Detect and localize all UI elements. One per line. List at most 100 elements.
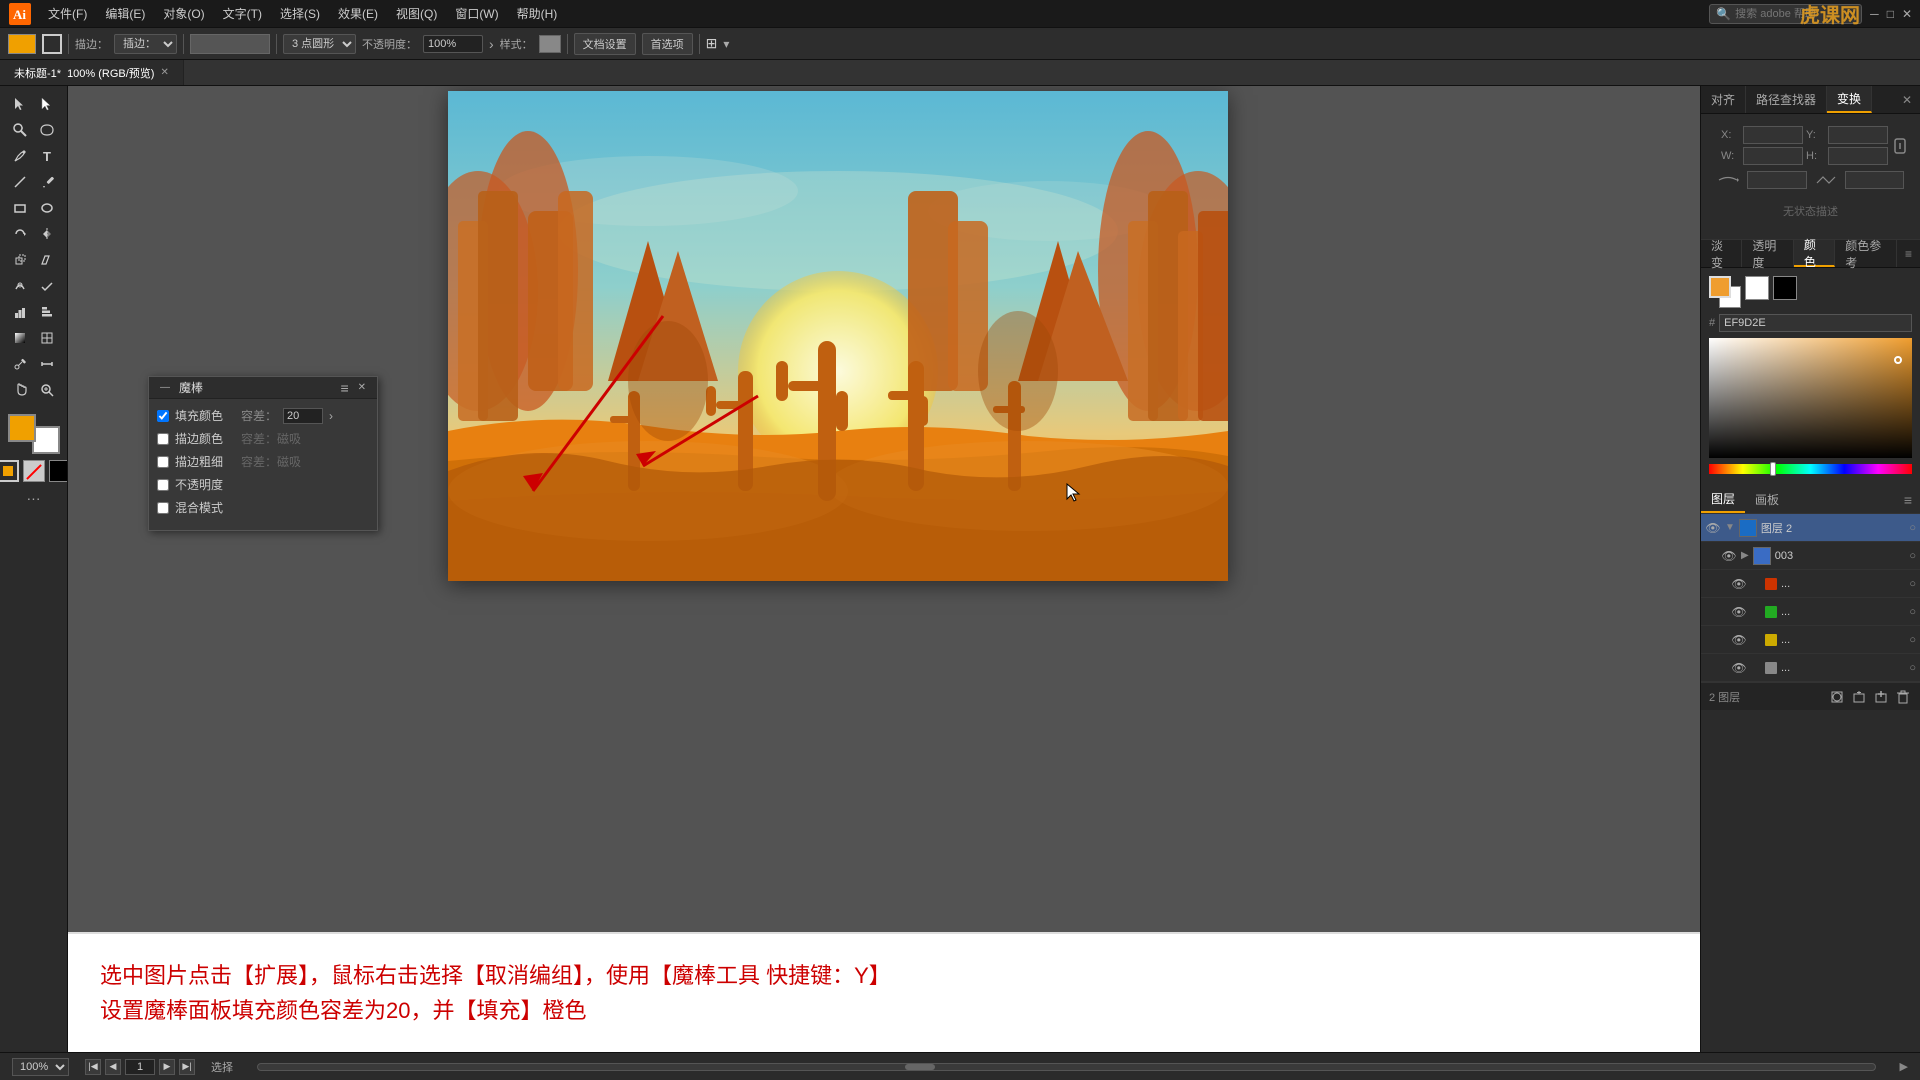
measure-tool[interactable]: [35, 352, 60, 376]
zoom-select[interactable]: 100%: [12, 1058, 69, 1076]
status-right-arrow[interactable]: ▶: [1900, 1060, 1908, 1073]
color-fg-swatch[interactable]: [1709, 276, 1731, 298]
layer-item-gray[interactable]: 👁 ... ○: [1701, 654, 1920, 682]
rect-tool[interactable]: [8, 196, 33, 220]
toolbar-color-preview[interactable]: [190, 34, 270, 54]
toolbar-mode-select[interactable]: 插边：: [114, 34, 177, 54]
none-mode-btn[interactable]: [23, 460, 45, 482]
toolbar-point-select[interactable]: 3 点圆形: [283, 34, 356, 54]
ellipse-tool[interactable]: [35, 196, 60, 220]
pen-tool[interactable]: [8, 144, 33, 168]
pencil-tool[interactable]: [35, 170, 60, 194]
shear-tool[interactable]: [35, 248, 60, 272]
tab-transparency[interactable]: 透明度: [1742, 240, 1794, 267]
gray-lock[interactable]: ○: [1909, 662, 1916, 674]
layer-item-green[interactable]: 👁 ... ○: [1701, 598, 1920, 626]
magic-wand-tool[interactable]: [8, 118, 33, 142]
menu-object[interactable]: 对象(O): [155, 2, 212, 25]
warp-tool[interactable]: [8, 274, 33, 298]
last-page-btn[interactable]: ▶|: [179, 1059, 195, 1075]
hex-input[interactable]: [1719, 314, 1912, 332]
green-visibility-btn[interactable]: 👁: [1731, 605, 1747, 619]
menu-help[interactable]: 帮助(H): [509, 2, 566, 25]
red-lock[interactable]: ○: [1909, 578, 1916, 590]
tab-gradient[interactable]: 淡变: [1701, 240, 1742, 267]
type-tool[interactable]: T: [35, 144, 60, 168]
toolbar-doc-settings-btn[interactable]: 文档设置: [574, 33, 636, 55]
select-tool[interactable]: [8, 92, 33, 116]
art-board[interactable]: [448, 91, 1228, 581]
lasso-tool[interactable]: [35, 118, 60, 142]
fill-tolerance-up[interactable]: ›: [329, 409, 333, 423]
menu-file[interactable]: 文件(F): [40, 2, 95, 25]
tab-align[interactable]: 对齐: [1701, 86, 1746, 113]
scrollbar-thumb[interactable]: [905, 1064, 935, 1070]
prev-page-btn[interactable]: ◀: [105, 1059, 121, 1075]
layers-panel-menu[interactable]: ≡: [1896, 492, 1920, 508]
opacity-checkbox[interactable]: [157, 479, 169, 491]
tab-color[interactable]: 颜色: [1794, 240, 1835, 267]
black-mode-btn[interactable]: [49, 460, 69, 482]
panel-minimize-btn[interactable]: —: [157, 382, 173, 393]
eyedropper-tool[interactable]: [8, 352, 33, 376]
fill-color-checkbox[interactable]: [157, 410, 169, 422]
tab-color-ref[interactable]: 颜色参考: [1835, 240, 1897, 267]
layer-item-yellow[interactable]: 👁 ... ○: [1701, 626, 1920, 654]
003-visibility-btn[interactable]: 👁: [1721, 549, 1737, 563]
next-page-btn[interactable]: ▶: [159, 1059, 175, 1075]
bottom-scrollbar[interactable]: [257, 1063, 1876, 1071]
panel-titlebar[interactable]: — 魔棒 ≡ ✕: [149, 377, 377, 399]
color-picker-gradient[interactable]: [1709, 338, 1912, 458]
menu-select[interactable]: 选择(S): [272, 2, 328, 25]
background-color-swatch[interactable]: [32, 426, 60, 454]
003-expand-btn[interactable]: ▶: [1741, 550, 1749, 561]
stroke-color-checkbox[interactable]: [157, 433, 169, 445]
rpanel-close-btn[interactable]: ✕: [1894, 86, 1920, 113]
direct-select-tool[interactable]: [35, 92, 60, 116]
003-lock[interactable]: ○: [1909, 550, 1916, 562]
tab-layers[interactable]: 图层: [1701, 486, 1745, 513]
panel-close-btn[interactable]: ✕: [355, 382, 369, 393]
blend-mode-checkbox[interactable]: [157, 502, 169, 514]
constraint-icon[interactable]: [1892, 138, 1908, 154]
page-number-input[interactable]: [125, 1059, 155, 1075]
layer-item-layer2[interactable]: 👁 ▼ 图层 2 ○: [1701, 514, 1920, 542]
layer2-visibility-btn[interactable]: 👁: [1705, 521, 1721, 535]
mesh-tool[interactable]: [35, 326, 60, 350]
menu-window[interactable]: 窗口(W): [447, 2, 506, 25]
h-input[interactable]: [1828, 147, 1888, 165]
yellow-visibility-btn[interactable]: 👁: [1731, 633, 1747, 647]
rotate-input[interactable]: [1747, 171, 1807, 189]
layer-item-003[interactable]: 👁 ▶ 003 ○: [1701, 542, 1920, 570]
gray-visibility-btn[interactable]: 👁: [1731, 661, 1747, 675]
bar-chart-tool[interactable]: [35, 300, 60, 324]
layer-item-red[interactable]: 👁 ... ○: [1701, 570, 1920, 598]
hue-bar[interactable]: [1709, 464, 1912, 474]
column-chart-tool[interactable]: [8, 300, 33, 324]
menu-effect[interactable]: 效果(E): [330, 2, 386, 25]
layer2-lock[interactable]: ○: [1909, 522, 1916, 534]
toolbar-arrange-arrow[interactable]: ▾: [723, 37, 729, 51]
foreground-color-swatch[interactable]: [8, 414, 36, 442]
green-lock[interactable]: ○: [1909, 606, 1916, 618]
white-swatch[interactable]: [1745, 276, 1769, 300]
toolbar-opacity-arrow[interactable]: ›: [489, 36, 494, 52]
reflect-tool[interactable]: [35, 222, 60, 246]
new-layer-btn[interactable]: [1872, 688, 1890, 706]
toolbar-fill-swatch[interactable]: [8, 34, 36, 54]
hand-tool[interactable]: [8, 378, 33, 402]
gradient-tool[interactable]: [8, 326, 33, 350]
fill-tolerance-input[interactable]: [283, 408, 323, 424]
layer2-expand-btn[interactable]: ▼: [1725, 522, 1735, 533]
tab-document[interactable]: 未标题-1* 100% (RGB/预览) ✕: [0, 60, 184, 85]
color-mode-btn[interactable]: [0, 460, 19, 482]
scale-tool[interactable]: [8, 248, 33, 272]
reshape-tool[interactable]: [35, 274, 60, 298]
black-swatch[interactable]: [1773, 276, 1797, 300]
color-panel-menu-btn[interactable]: ≡: [1897, 240, 1920, 267]
delete-layer-btn[interactable]: [1894, 688, 1912, 706]
toolbar-stroke-swatch[interactable]: [42, 34, 62, 54]
line-tool[interactable]: [8, 170, 33, 194]
shear-input[interactable]: [1845, 171, 1905, 189]
window-close-btn[interactable]: ✕: [1902, 7, 1912, 21]
